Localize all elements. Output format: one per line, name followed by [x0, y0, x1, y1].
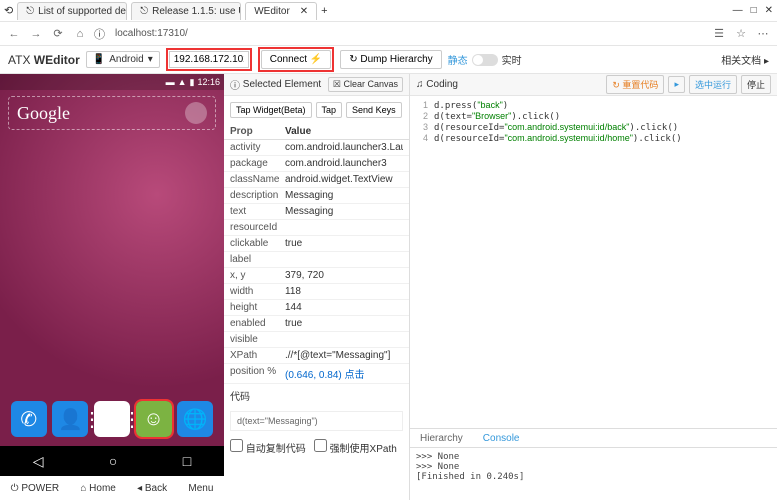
code-label: 代码: [224, 384, 409, 407]
send-keys-button[interactable]: Send Keys: [346, 102, 402, 118]
tab-hierarchy[interactable]: Hierarchy: [410, 431, 473, 446]
info-icon[interactable]: ⓘ: [94, 26, 105, 42]
close-icon[interactable]: ✕: [300, 6, 308, 17]
favorite-icon[interactable]: ☆: [733, 27, 749, 40]
music-icon: ♫: [416, 79, 424, 90]
app-toolbar: ATX WEditor 📱Android▾ Connect ⚡ ↻ Dump H…: [0, 46, 777, 74]
selector-code[interactable]: d(text="Messaging"): [230, 411, 403, 431]
close-window-button[interactable]: ✕: [765, 5, 773, 16]
chevron-down-icon: ▾: [148, 54, 153, 65]
nav-forward-icon[interactable]: →: [28, 28, 44, 40]
nav-recent-soft-icon[interactable]: □: [183, 453, 191, 469]
browser-app-icon[interactable]: 🌐: [177, 401, 213, 437]
connect-highlight: Connect ⚡: [258, 47, 334, 72]
panel-title: Selected Element: [243, 79, 321, 90]
clock-label: 12:16: [197, 77, 220, 87]
nav-back-soft-icon[interactable]: ◁: [33, 453, 44, 470]
nav-home-soft-icon[interactable]: ○: [109, 453, 117, 469]
network-icon: ▬: [166, 77, 175, 87]
url-field[interactable]: localhost:17310/: [111, 26, 705, 41]
step-button[interactable]: ▸: [668, 76, 685, 93]
history-icon[interactable]: ⟲: [4, 4, 13, 17]
browser-titlebar: ⟲ ⎋List of supported devices f ⎋Release …: [0, 0, 777, 22]
phone-screen[interactable]: ▬ ▲ ▮ 12:16 Google ✆ 👤 ⋮⋮⋮ ☺ 🌐 ◁ ○ □: [0, 74, 224, 476]
dump-hierarchy-button[interactable]: ↻ Dump Hierarchy: [340, 50, 441, 69]
browser-tab-0[interactable]: ⎋List of supported devices f: [17, 2, 127, 20]
bookmarks-icon[interactable]: ☰: [711, 27, 727, 40]
address-bar: ← → ⟳ ⌂ ⓘ localhost:17310/ ☰ ☆ ⋯: [0, 22, 777, 46]
app-dock: ✆ 👤 ⋮⋮⋮ ☺ 🌐: [0, 392, 224, 446]
tap-widget-button[interactable]: Tap Widget(Beta): [230, 102, 312, 118]
browser-tab-2[interactable]: WEditor✕: [245, 2, 317, 20]
coding-title: Coding: [426, 79, 458, 90]
coding-panel: ♫ Coding ↻ 重置代码 ▸ 选中运行 停止 1d.press("back…: [410, 74, 777, 500]
nav-back-icon[interactable]: ←: [6, 28, 22, 40]
plug-icon: ⚡: [310, 54, 322, 65]
menu-button[interactable]: Menu: [188, 483, 213, 494]
connect-button[interactable]: Connect ⚡: [261, 50, 331, 69]
phone-app-icon[interactable]: ✆: [11, 401, 47, 437]
mic-icon[interactable]: [185, 102, 207, 124]
android-navbar: ◁ ○ □: [0, 446, 224, 476]
mode-toggle[interactable]: [472, 54, 498, 66]
force-xpath-checkbox[interactable]: 强制使用XPath: [314, 439, 397, 455]
ip-input[interactable]: [169, 51, 249, 68]
console-tabs: Hierarchy Console: [410, 428, 777, 448]
phone-statusbar: ▬ ▲ ▮ 12:16: [0, 74, 224, 90]
reload-icon[interactable]: ⟳: [50, 27, 66, 40]
menu-icon[interactable]: ⋯: [755, 27, 771, 40]
reset-code-button[interactable]: ↻ 重置代码: [606, 75, 664, 94]
tap-button[interactable]: Tap: [316, 102, 343, 118]
power-button[interactable]: ⏻ POWER: [11, 483, 59, 494]
back-button[interactable]: ◂ Back: [137, 483, 167, 494]
phone-footer: ⏻ POWER ⌂ Home ◂ Back Menu: [0, 476, 224, 500]
ip-input-highlight: [166, 48, 252, 71]
minimize-button[interactable]: —: [733, 5, 743, 16]
platform-dropdown[interactable]: 📱Android▾: [86, 51, 160, 68]
messaging-app-icon[interactable]: ☺: [136, 401, 172, 437]
wifi-icon: ▲: [178, 77, 187, 87]
apps-drawer-icon[interactable]: ⋮⋮⋮: [94, 401, 130, 437]
maximize-button[interactable]: □: [751, 5, 757, 16]
run-selected-button[interactable]: 选中运行: [689, 75, 737, 94]
brand-label: ATX WEditor: [8, 53, 80, 67]
tab-console[interactable]: Console: [473, 431, 530, 446]
new-tab-button[interactable]: +: [321, 5, 327, 17]
clear-canvas-button[interactable]: ☒ Clear Canvas: [328, 77, 403, 92]
phone-panel: ▬ ▲ ▮ 12:16 Google ✆ 👤 ⋮⋮⋮ ☺ 🌐 ◁ ○ □: [0, 74, 224, 500]
autocopy-checkbox[interactable]: 自动复制代码: [230, 439, 306, 455]
console-output: >>> None >>> None [Finished in 0.240s]: [410, 448, 777, 500]
home-icon[interactable]: ⌂: [72, 28, 88, 40]
stop-button[interactable]: 停止: [741, 75, 771, 94]
google-search-widget[interactable]: Google: [8, 96, 216, 130]
home-button[interactable]: ⌂ Home: [80, 483, 116, 494]
browser-tab-1[interactable]: ⎋Release 1.1.5: use UiObject2: [131, 2, 241, 20]
selected-element-panel: ⓘ Selected Element ☒ Clear Canvas Tap Wi…: [224, 74, 410, 500]
docs-link[interactable]: 相关文档 ▸: [721, 52, 769, 67]
info-icon: ⓘ: [230, 77, 240, 92]
code-editor[interactable]: 1d.press("back") 2d(text="Browser").clic…: [410, 96, 777, 428]
property-table: PropValue activitycom.android.launcher3.…: [224, 124, 409, 384]
battery-icon: ▮: [190, 77, 195, 88]
google-logo: Google: [17, 103, 70, 124]
refresh-icon: ↻: [349, 54, 357, 65]
